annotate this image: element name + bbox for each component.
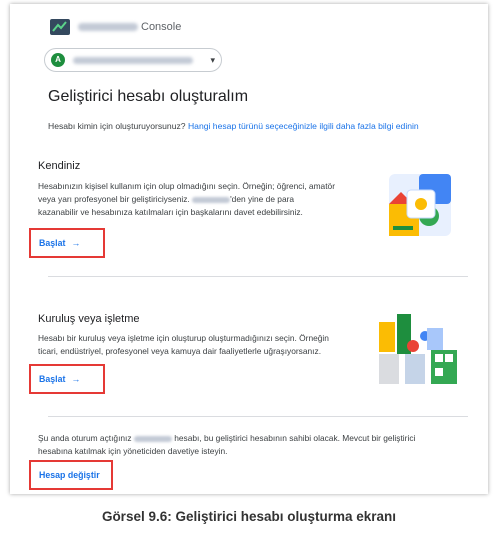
brand-name-redacted	[78, 23, 138, 31]
section-title-organization: Kuruluş veya işletme	[38, 313, 140, 325]
account-type-info-link[interactable]: Hangi hesap türünü seçeceğinizle ilgili …	[188, 121, 419, 131]
start-organization-button[interactable]: Başlat →	[29, 364, 105, 394]
arrow-right-icon: →	[71, 374, 81, 384]
button-label: Başlat	[39, 374, 66, 384]
console-window: Console A ▾ Geliştirici hesabı oluştural…	[10, 4, 488, 494]
desc-text: hesabı, bu geliştirici hesabının sahibi …	[174, 433, 416, 443]
personal-illustration	[389, 174, 451, 236]
figure-caption: Görsel 9.6: Geliştirici hesabı oluşturma…	[101, 509, 397, 524]
play-console-logo-icon	[50, 19, 70, 35]
desc-line: hesabına katılmak için yöneticiden davet…	[38, 446, 228, 456]
account-selector[interactable]: A ▾	[44, 48, 222, 72]
button-label: Hesap değiştir	[39, 470, 100, 480]
avatar: A	[51, 53, 65, 67]
desc-line: Hesabı bir kuruluş veya işletme için olu…	[38, 333, 329, 343]
desc-text: Şu anda oturum açtığınız	[38, 433, 132, 443]
section-desc-organization: Hesabı bir kuruluş veya işletme için olu…	[38, 332, 368, 358]
desc-line: veya yarı profesyonel bir geliştiriciyse…	[38, 193, 368, 206]
divider	[48, 416, 468, 417]
divider	[48, 276, 468, 277]
desc-line: Şu anda oturum açtığınız hesabı, bu geli…	[38, 432, 478, 445]
intro-question: Hesabı kimin için oluşturuyorsunuz?	[48, 121, 186, 131]
account-email-redacted	[73, 56, 193, 64]
intro-text: Hesabı kimin için oluşturuyorsunuz? Hang…	[48, 121, 419, 131]
desc-text: 'den yine de para	[230, 194, 295, 204]
redacted-word	[133, 435, 172, 442]
start-personal-button[interactable]: Başlat →	[29, 228, 105, 258]
page-title: Geliştirici hesabı oluşturalım	[48, 88, 249, 105]
section-desc-personal: Hesabınızın kişisel kullanım için olup o…	[38, 180, 368, 219]
section-title-personal: Kendiniz	[38, 160, 81, 172]
switch-account-button[interactable]: Hesap değiştir	[29, 460, 113, 490]
brand: Console	[50, 18, 181, 36]
brand-suffix: Console	[141, 21, 182, 33]
desc-line: kazanabilir ve hesabınıza katılmaları iç…	[38, 207, 303, 217]
redacted-word	[192, 196, 231, 203]
chevron-down-icon: ▾	[210, 54, 215, 65]
desc-text: veya yarı profesyonel bir geliştiriciyse…	[38, 194, 190, 204]
arrow-right-icon: →	[71, 238, 81, 248]
section-desc-switch: Şu anda oturum açtığınız hesabı, bu geli…	[38, 432, 478, 458]
button-label: Başlat	[39, 238, 66, 248]
desc-line: ticari, endüstriyel, profesyonel veya ka…	[38, 346, 322, 356]
organization-illustration	[379, 314, 457, 384]
desc-line: Hesabınızın kişisel kullanım için olup o…	[38, 181, 335, 191]
